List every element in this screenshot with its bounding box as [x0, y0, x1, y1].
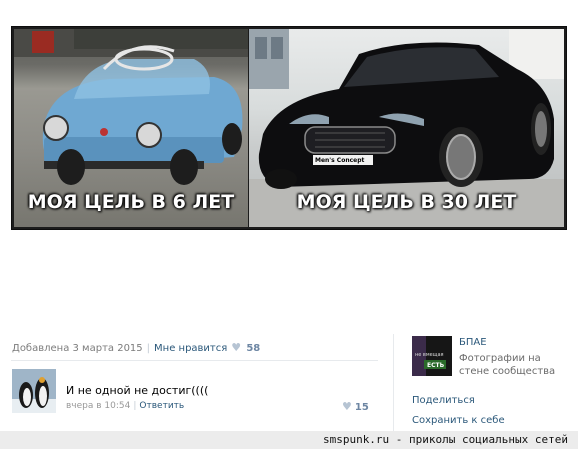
comment-time[interactable]: вчера в 10:54: [66, 401, 130, 411]
group-subtitle: Фотографии на стене сообщества: [459, 353, 556, 377]
share-link[interactable]: Поделиться: [412, 395, 475, 406]
comment-meta: вчера в 10:54 | Ответить: [66, 401, 184, 411]
meme-left-panel: МОЯ ЦЕЛЬ В 6 ЛЕТ: [14, 29, 248, 227]
comment-like-button[interactable]: ♥ 15: [342, 400, 369, 413]
left-caption: МОЯ ЦЕЛЬ В 6 ЛЕТ: [27, 191, 235, 213]
reply-link[interactable]: Ответить: [139, 401, 184, 411]
license-plate-text: Men's Concept: [315, 157, 365, 164]
column-divider: [393, 334, 394, 434]
group-logo-image: не вмещая ЕСТЬ: [412, 336, 452, 376]
group-avatar-text-2: ЕСТЬ: [427, 362, 445, 369]
comment-text: И не одной не достиг((((: [66, 384, 209, 397]
post-meta: Добавлена 3 марта 2015 | Мне нравится ♥ 58: [12, 341, 260, 354]
post-image[interactable]: МОЯ ЦЕЛЬ В 6 ЛЕТ Men's Concept МОЯ ЦЕЛЬ …: [11, 26, 567, 230]
post-date: Добавлена 3 марта 2015: [12, 343, 143, 354]
group-name-link[interactable]: БПАЕ: [459, 337, 487, 348]
divider: [11, 360, 378, 361]
group-avatar-text-1: не вмещая: [415, 352, 444, 358]
meme-right-panel: Men's Concept МОЯ ЦЕЛЬ В 30 ЛЕТ: [249, 29, 564, 227]
right-caption: МОЯ ЦЕЛЬ В 30 ЛЕТ: [296, 191, 517, 213]
separator: |: [133, 401, 137, 411]
comment-like-count: 15: [354, 402, 369, 413]
commenter-avatar[interactable]: [12, 369, 56, 413]
heart-icon[interactable]: ♥: [231, 341, 241, 354]
save-link[interactable]: Сохранить к себе: [412, 415, 505, 426]
watermark-bar: smspunk.ru - приколы социальных сетей: [0, 431, 578, 449]
like-button[interactable]: Мне нравится: [154, 343, 227, 354]
watermark-text: smspunk.ru - приколы социальных сетей: [322, 433, 568, 446]
group-avatar[interactable]: не вмещая ЕСТЬ: [412, 336, 452, 376]
penguins-avatar-image: [12, 369, 56, 413]
like-count[interactable]: 58: [246, 343, 260, 354]
separator: |: [146, 343, 151, 354]
heart-icon: ♥: [342, 400, 352, 413]
